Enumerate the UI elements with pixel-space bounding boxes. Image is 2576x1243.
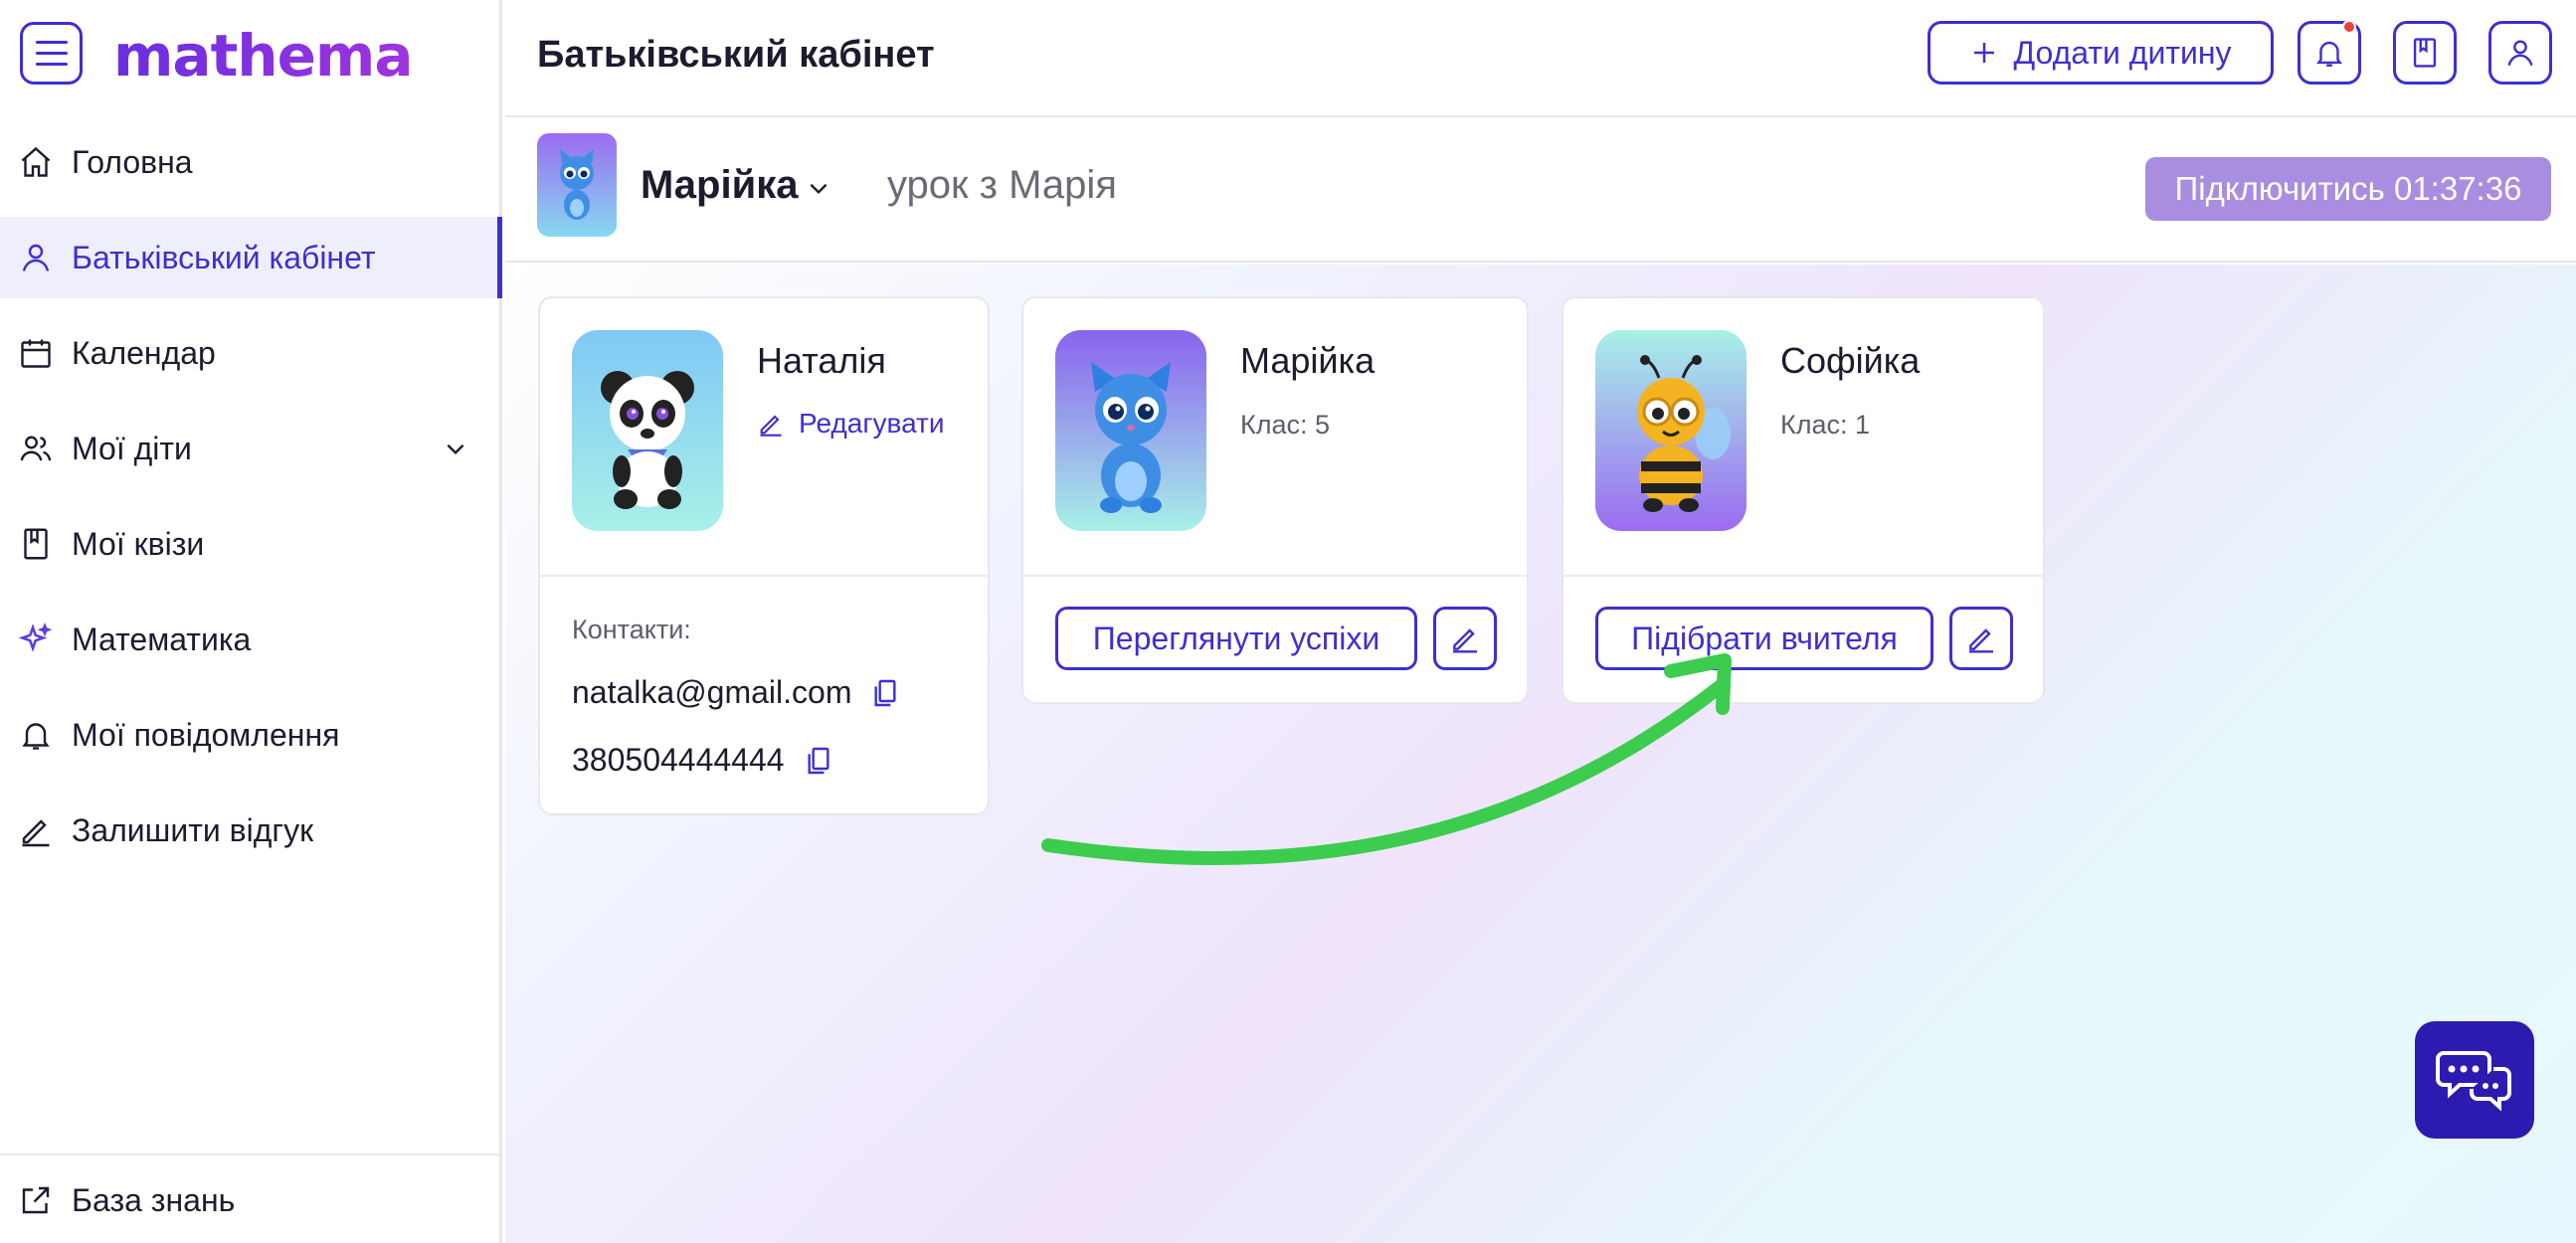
chevron-down-icon[interactable] bbox=[806, 175, 831, 201]
sidebar-item-label: Батьківський кабінет bbox=[72, 239, 376, 275]
phone-value: 380504444444 bbox=[572, 742, 785, 778]
sidebar-item-label: Головна bbox=[72, 143, 193, 180]
sidebar: mathema Головна Батьківський кабінет Кал… bbox=[0, 0, 502, 1243]
sidebar-item-my-quizzes[interactable]: Мої квізи bbox=[0, 503, 502, 585]
card-header: Марійка Клас: 5 bbox=[1023, 298, 1527, 577]
contact-phone: 380504444444 bbox=[572, 742, 834, 779]
sidebar-item-label: Залишити відгук bbox=[72, 811, 314, 848]
sidebar-item-calendar[interactable]: Календар bbox=[0, 312, 502, 394]
sidebar-item-home[interactable]: Головна bbox=[0, 121, 502, 203]
copy-icon[interactable] bbox=[869, 676, 901, 710]
copy-icon[interactable] bbox=[803, 744, 834, 778]
parent-card: Наталія Редагувати Контакти: natalka@gma… bbox=[538, 296, 990, 815]
external-link-icon bbox=[22, 1186, 50, 1214]
home-icon bbox=[21, 146, 51, 177]
page-title: Батьківський кабінет bbox=[537, 34, 935, 76]
contact-email: natalka@gmail.com bbox=[572, 674, 901, 711]
profile-button[interactable] bbox=[2488, 21, 2552, 85]
email-value: natalka@gmail.com bbox=[572, 674, 852, 710]
user-icon bbox=[22, 244, 50, 271]
contacts-label: Контакти: bbox=[572, 615, 691, 644]
parent-avatar bbox=[572, 330, 723, 531]
add-child-button[interactable]: Додати дитину bbox=[1928, 21, 2274, 85]
sidebar-item-parent-cabinet[interactable]: Батьківський кабінет bbox=[0, 217, 502, 298]
bee-icon bbox=[1637, 355, 1731, 512]
sidebar-footer: База знань bbox=[0, 1154, 502, 1243]
pencil-icon bbox=[1453, 628, 1477, 653]
chevron-down-icon[interactable] bbox=[443, 436, 468, 461]
child-card: Марійка Клас: 5 Переглянути успіхи bbox=[1021, 296, 1529, 704]
selected-child-name[interactable]: Марійка bbox=[641, 163, 798, 208]
bell-icon bbox=[2315, 41, 2343, 67]
user-icon bbox=[2507, 40, 2533, 67]
sidebar-item-label: Математика bbox=[72, 621, 252, 657]
find-teacher-button[interactable]: Підібрати вчителя bbox=[1595, 607, 1933, 670]
edit-child-button[interactable] bbox=[1949, 607, 2013, 670]
quizzes-button[interactable] bbox=[2393, 21, 2457, 85]
sparkle-icon bbox=[18, 622, 53, 652]
child-name: Марійка bbox=[1240, 340, 1376, 381]
main-content: Наталія Редагувати Контакти: natalka@gma… bbox=[505, 265, 2576, 1243]
calendar-icon bbox=[21, 339, 51, 368]
sidebar-item-label: Мої квізи bbox=[72, 525, 205, 562]
sidebar-item-messages[interactable]: Мої повідомлення bbox=[0, 694, 502, 776]
child-card: Софійка Клас: 1 Підібрати вчителя bbox=[1562, 296, 2045, 704]
sidebar-nav: Головна Батьківський кабінет Календар Мо… bbox=[0, 121, 502, 885]
sidebar-item-my-children[interactable]: Мої діти bbox=[0, 408, 502, 489]
child-name: Софійка bbox=[1780, 340, 1921, 381]
add-child-label: Додати дитину bbox=[2013, 34, 2232, 71]
sidebar-item-label: База знань bbox=[72, 1181, 236, 1218]
panda-icon bbox=[601, 371, 694, 509]
connect-lesson-button[interactable]: Підключитись 01:37:36 bbox=[2145, 157, 2551, 221]
sidebar-item-label: Мої діти bbox=[72, 430, 192, 466]
book-icon bbox=[24, 528, 48, 560]
edit-child-button[interactable] bbox=[1433, 607, 1497, 670]
blue-kitten-icon bbox=[560, 149, 594, 220]
sidebar-item-knowledge-base[interactable]: База знань bbox=[0, 1159, 502, 1241]
blue-kitten-icon bbox=[1091, 362, 1171, 513]
child-avatar bbox=[1055, 330, 1206, 531]
child-grade: Клас: 1 bbox=[1780, 410, 1871, 440]
hamburger-icon bbox=[35, 41, 68, 44]
children-icon bbox=[20, 436, 52, 461]
card-header: Наталія Редагувати bbox=[540, 298, 988, 577]
notification-dot bbox=[2342, 20, 2356, 34]
plus-icon bbox=[1974, 43, 1995, 63]
pencil-icon bbox=[760, 415, 782, 437]
edit-label: Редагувати bbox=[799, 408, 945, 439]
notifications-button[interactable] bbox=[2298, 20, 2361, 85]
menu-toggle-button[interactable] bbox=[20, 22, 83, 85]
app-logo[interactable]: mathema bbox=[113, 22, 414, 89]
child-grade: Клас: 5 bbox=[1240, 410, 1331, 440]
sidebar-item-label: Календар bbox=[72, 334, 216, 371]
card-header: Софійка Клас: 1 bbox=[1564, 298, 2043, 577]
bell-icon bbox=[22, 723, 50, 750]
lesson-bar: Марійка урок з Марія Підключитись 01:37:… bbox=[505, 119, 2576, 263]
chat-bubbles-icon bbox=[2436, 1051, 2511, 1112]
child-avatar[interactable] bbox=[537, 133, 617, 237]
parent-name: Наталія bbox=[757, 340, 886, 381]
sidebar-item-label: Мої повідомлення bbox=[72, 716, 340, 753]
pencil-icon bbox=[1969, 628, 1993, 653]
sidebar-item-mathemagic[interactable]: Математика bbox=[0, 599, 502, 680]
top-header: Батьківський кабінет Додати дитину bbox=[505, 0, 2576, 117]
book-icon bbox=[2413, 38, 2437, 68]
sidebar-item-feedback[interactable]: Залишити відгук bbox=[0, 790, 502, 871]
support-chat-button[interactable] bbox=[2415, 1021, 2534, 1139]
child-avatar bbox=[1595, 330, 1747, 531]
pencil-icon bbox=[22, 819, 50, 847]
lesson-info: урок з Марія bbox=[887, 163, 1117, 207]
view-progress-button[interactable]: Переглянути успіхи bbox=[1055, 607, 1417, 670]
edit-profile-link[interactable]: Редагувати bbox=[757, 408, 945, 440]
